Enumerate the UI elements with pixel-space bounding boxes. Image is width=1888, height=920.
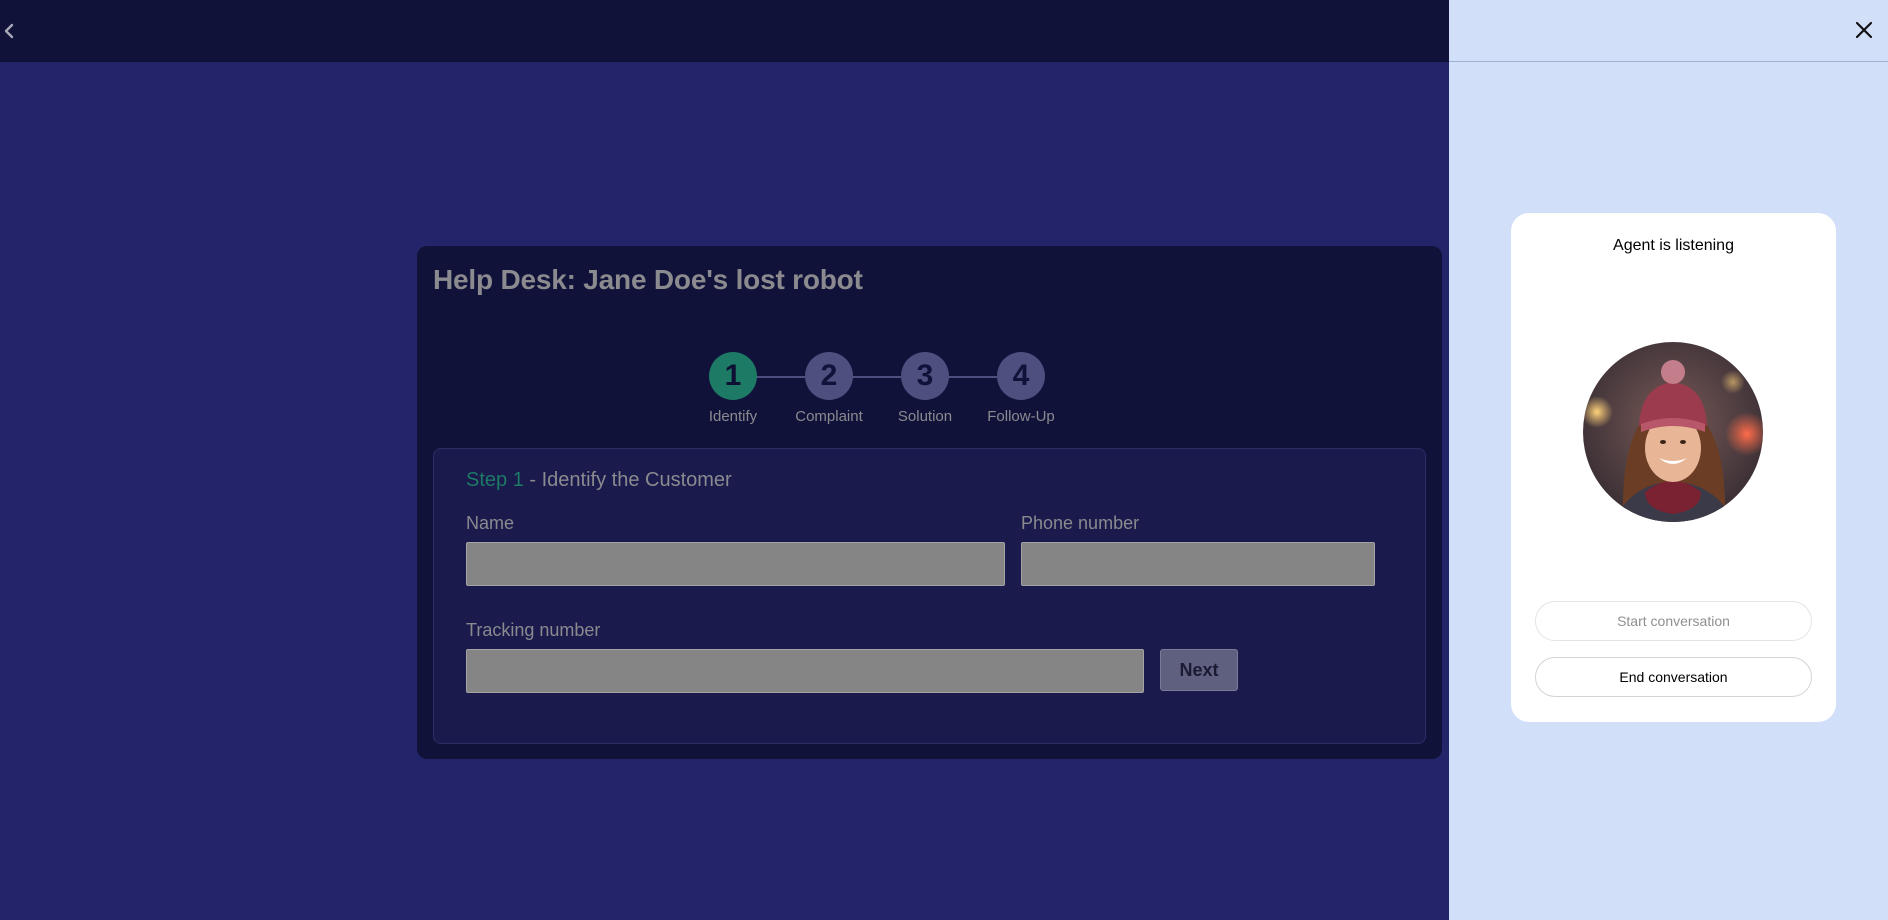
tracking-label: Tracking number <box>466 620 601 640</box>
step-heading: Step 1 - Identify the Customer <box>466 469 732 492</box>
close-icon <box>1855 21 1873 39</box>
step-number: 3 <box>901 352 949 400</box>
start-conversation-button[interactable]: Start conversation <box>1535 601 1812 641</box>
panel-header <box>1449 0 1888 62</box>
chevron-left-icon <box>4 23 14 39</box>
phone-label: Phone number <box>1021 513 1140 533</box>
step-follow-up[interactable]: 4 Follow-Up <box>981 352 1061 425</box>
step-number: 1 <box>709 352 757 400</box>
step-complaint[interactable]: 2 Complaint <box>789 352 869 425</box>
step-label: Solution <box>897 408 953 425</box>
close-button[interactable] <box>1850 16 1878 44</box>
step-number: 4 <box>997 352 1045 400</box>
tracking-number-field[interactable] <box>466 649 1144 693</box>
end-conversation-button[interactable]: End conversation <box>1535 657 1812 697</box>
phone-field[interactable] <box>1021 542 1375 586</box>
step-label: Follow-Up <box>987 408 1055 425</box>
step-heading-text: - Identify the Customer <box>523 469 732 491</box>
step-label: Identify <box>708 408 758 425</box>
next-button[interactable]: Next <box>1160 649 1238 691</box>
identify-form: Step 1 - Identify the Customer Name Phon… <box>433 448 1426 744</box>
top-bar <box>0 0 1449 62</box>
step-heading-prefix: Step 1 <box>466 469 524 491</box>
page-title: Help Desk: Jane Doe's lost robot <box>433 264 863 295</box>
step-identify[interactable]: 1 Identify <box>693 352 773 425</box>
step-solution[interactable]: 3 Solution <box>885 352 965 425</box>
agent-avatar <box>1583 342 1763 522</box>
step-number: 2 <box>805 352 853 400</box>
step-label: Complaint <box>795 408 863 425</box>
agent-panel: Agent is listening Start conversation En… <box>1449 0 1888 920</box>
back-button[interactable] <box>0 16 18 46</box>
name-label: Name <box>466 513 515 533</box>
name-field[interactable] <box>466 542 1005 586</box>
help-desk-card: Help Desk: Jane Doe's lost robot 1 Ident… <box>417 246 1442 759</box>
agent-status: Agent is listening <box>1613 237 1734 254</box>
main-area: Help Desk: Jane Doe's lost robot 1 Ident… <box>0 0 1449 920</box>
agent-card: Agent is listening Start conversation En… <box>1511 213 1836 722</box>
